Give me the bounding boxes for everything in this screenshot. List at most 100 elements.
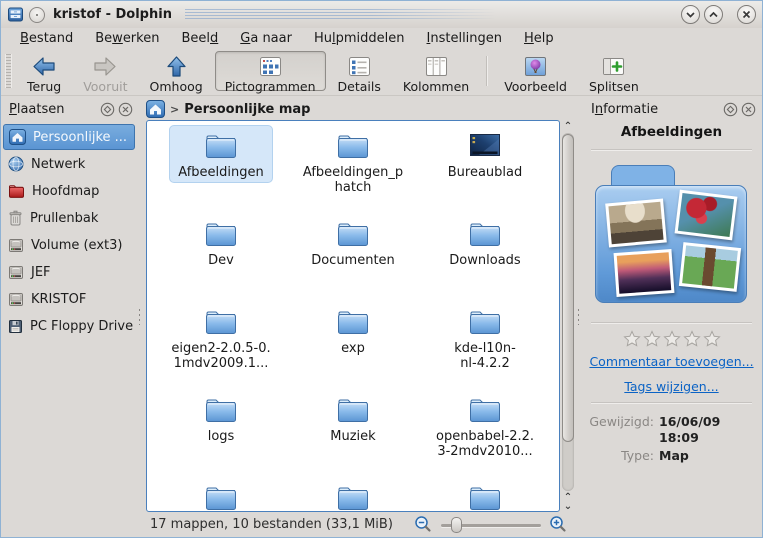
folder-item-documenten[interactable]: Documenten bbox=[287, 213, 419, 301]
folder-item[interactable] bbox=[419, 477, 551, 512]
folder-preview-icon bbox=[585, 163, 758, 313]
floppy-disk-icon bbox=[8, 319, 23, 334]
change-tags-link[interactable]: Tags wijzigen... bbox=[585, 379, 758, 394]
toolbar-drag-handle[interactable] bbox=[5, 54, 12, 88]
folder-item-label: kde-l10n-nl-4.2.2 bbox=[454, 341, 516, 371]
place-item-kristof[interactable]: KRISTOF bbox=[3, 286, 135, 312]
places-close-icon[interactable] bbox=[118, 102, 133, 117]
scroll-up-icon[interactable]: ⌃ bbox=[564, 122, 572, 131]
arrow-up-icon bbox=[165, 55, 188, 78]
toolbar-button-omhoog[interactable]: Omhoog bbox=[140, 51, 213, 91]
status-text: 17 mappen, 10 bestanden (33,1 MiB) bbox=[150, 517, 414, 532]
status-bar: 17 mappen, 10 bestanden (33,1 MiB) bbox=[146, 512, 576, 537]
star-icon[interactable] bbox=[663, 330, 681, 347]
menu-instellingen[interactable]: Instellingen bbox=[416, 30, 514, 47]
toolbar-button-kolommen[interactable]: Kolommen bbox=[393, 51, 479, 91]
place-item-jef[interactable]: JEF bbox=[3, 259, 135, 285]
place-item-hoofdmap[interactable]: Hoofdmap bbox=[3, 178, 135, 204]
menu-help[interactable]: Help bbox=[513, 30, 565, 47]
place-label: PC Floppy Drive bbox=[30, 319, 133, 334]
folder-item-label: Afbeeldingen bbox=[178, 165, 263, 180]
place-item-volume-ext3[interactable]: Volume (ext3) bbox=[3, 232, 135, 258]
menu-beeld[interactable]: Beeld bbox=[170, 30, 229, 47]
dolphin-window: kristof - Dolphin BestandBewerkenBeeldGa… bbox=[0, 0, 763, 538]
toolbar-button-label: Pictogrammen bbox=[225, 79, 316, 94]
place-item-netwerk[interactable]: Netwerk bbox=[3, 151, 135, 177]
folder-item-downloads[interactable]: Downloads bbox=[419, 213, 551, 301]
star-icon[interactable] bbox=[703, 330, 721, 347]
information-panel-title: Informatie bbox=[591, 102, 658, 117]
place-label: KRISTOF bbox=[31, 292, 86, 307]
scrollbar-track[interactable] bbox=[562, 133, 574, 491]
breadcrumb-current-folder[interactable]: Persoonlijke map bbox=[184, 102, 310, 117]
star-icon[interactable] bbox=[643, 330, 661, 347]
folder-item-afbeeldingen[interactable]: Afbeeldingen bbox=[155, 125, 287, 213]
minimize-button[interactable] bbox=[681, 5, 700, 24]
folder-icon bbox=[335, 219, 371, 249]
toolbar-button-voorbeeld[interactable]: Voorbeeld bbox=[494, 51, 577, 91]
window-title: kristof - Dolphin bbox=[53, 7, 172, 22]
scrollbar-thumb[interactable] bbox=[562, 134, 574, 442]
place-item-prullenbak[interactable]: Prullenbak bbox=[3, 205, 135, 231]
add-comment-link[interactable]: Commentaar toevoegen... bbox=[585, 354, 758, 369]
close-button[interactable] bbox=[737, 5, 756, 24]
toolbar-button-vooruit[interactable]: Vooruit bbox=[73, 51, 137, 91]
place-item-persoonlijke[interactable]: Persoonlijke ... bbox=[3, 124, 135, 150]
places-panel: Plaatsen Persoonlijke ... Netwerk Hoofdm… bbox=[1, 96, 137, 537]
toolbar-button-details[interactable]: Details bbox=[328, 51, 391, 91]
folder-icon bbox=[467, 307, 503, 337]
folder-item-label: exp bbox=[341, 341, 365, 356]
folder-item-bureaublad[interactable]: Bureaublad bbox=[419, 125, 551, 213]
folder-item-afbeeldingen-phatch[interactable]: Afbeeldingen_phatch bbox=[287, 125, 419, 213]
folder-item-label: logs bbox=[208, 429, 235, 444]
star-icon[interactable] bbox=[623, 330, 641, 347]
breadcrumb-home-button[interactable] bbox=[146, 100, 165, 118]
folder-item-kde-l10n-nl-4-2-2[interactable]: kde-l10n-nl-4.2.2 bbox=[419, 301, 551, 389]
information-panel: Informatie Afbeeldingen bbox=[581, 96, 762, 537]
metadata-label: Gewijzigd: bbox=[585, 414, 659, 446]
menu-ga-naar[interactable]: Ga naar bbox=[229, 30, 303, 47]
folder-item-label: Afbeeldingen_phatch bbox=[303, 165, 403, 195]
maximize-button[interactable] bbox=[704, 5, 723, 24]
folder-view[interactable]: Afbeeldingen Afbeeldingen_phatch Bureaub… bbox=[146, 120, 560, 512]
places-detach-icon[interactable] bbox=[100, 102, 115, 117]
folder-item-logs[interactable]: logs bbox=[155, 389, 287, 477]
title-bar[interactable]: kristof - Dolphin bbox=[1, 1, 762, 28]
vertical-scrollbar[interactable]: ⌃ ⌃ ⌄ bbox=[560, 120, 576, 512]
menu-bewerken[interactable]: Bewerken bbox=[84, 30, 170, 47]
folder-item[interactable] bbox=[155, 477, 287, 512]
hard-drive-icon bbox=[8, 265, 24, 280]
view-columns-icon bbox=[424, 55, 449, 78]
metadata-value: 16/06/09 18:09 bbox=[659, 414, 739, 446]
folder-item-eigen2-2-0-5-0-1mdv2009-1[interactable]: eigen2-2.0.5-0.1mdv2009.1... bbox=[155, 301, 287, 389]
information-detach-icon[interactable] bbox=[723, 102, 738, 117]
menu-hulpmiddelen[interactable]: Hulpmiddelen bbox=[303, 30, 416, 47]
hard-drive-icon bbox=[8, 238, 24, 253]
sidebar-splitter[interactable] bbox=[137, 96, 142, 537]
arrow-forward-icon bbox=[92, 55, 118, 78]
folder-item-exp[interactable]: exp bbox=[287, 301, 419, 389]
star-icon[interactable] bbox=[683, 330, 701, 347]
folder-item-muziek[interactable]: Muziek bbox=[287, 389, 419, 477]
menu-bestand[interactable]: Bestand bbox=[9, 30, 84, 47]
metadata-value: Map bbox=[659, 448, 739, 464]
toolbar-button-splitsen[interactable]: Splitsen bbox=[579, 51, 649, 91]
star-rating[interactable] bbox=[585, 330, 758, 347]
red-folder-icon bbox=[8, 184, 25, 199]
zoom-in-icon[interactable] bbox=[549, 515, 568, 534]
zoom-slider[interactable] bbox=[441, 516, 541, 534]
folder-item[interactable] bbox=[287, 477, 419, 512]
folder-icon bbox=[335, 307, 371, 337]
zoom-out-icon[interactable] bbox=[414, 515, 433, 534]
scroll-down-icon[interactable]: ⌄ bbox=[564, 502, 572, 511]
information-close-icon[interactable] bbox=[741, 102, 756, 117]
zoom-slider-handle[interactable] bbox=[451, 517, 462, 533]
folder-item-openbabel-2-2-3-2mdv2010[interactable]: openbabel-2.2.3-2mdv2010... bbox=[419, 389, 551, 477]
hard-drive-icon bbox=[8, 292, 24, 307]
infopanel-splitter[interactable] bbox=[576, 96, 581, 537]
toolbar-button-pictogrammen[interactable]: Pictogrammen bbox=[215, 51, 326, 91]
folder-item-dev[interactable]: Dev bbox=[155, 213, 287, 301]
toolbar-button-terug[interactable]: Terug bbox=[17, 51, 71, 91]
window-shade-button[interactable] bbox=[29, 7, 45, 23]
place-item-pc-floppy-drive[interactable]: PC Floppy Drive bbox=[3, 313, 135, 339]
